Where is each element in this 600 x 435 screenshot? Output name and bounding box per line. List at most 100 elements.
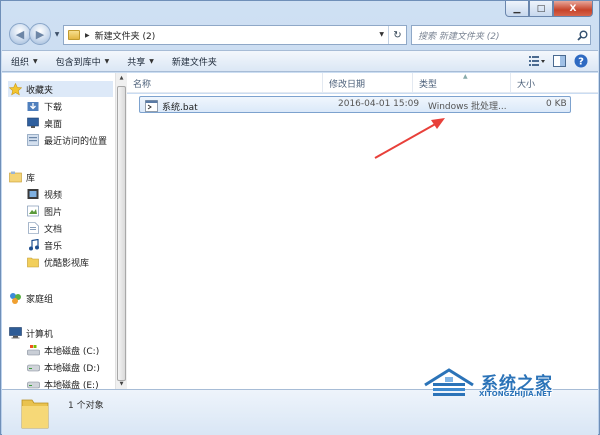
svg-text:?: ? [578, 57, 584, 68]
pictures-icon [26, 204, 40, 218]
view-controls: ? [526, 52, 592, 70]
music-icon [26, 238, 40, 252]
column-header-type[interactable]: 类型 [413, 73, 511, 93]
file-name-cell: 系统.bat [144, 99, 198, 113]
include-in-library-button[interactable]: 包含到库中 ▼ [47, 51, 119, 71]
nav-computer[interactable]: 计算机 [8, 325, 53, 341]
refresh-button[interactable]: ↻ [388, 26, 406, 44]
nav-videos[interactable]: 视频 [26, 186, 62, 202]
nav-favorites-label: 收藏夹 [26, 85, 54, 96]
nav-recent-places[interactable]: 最近访问的位置 [26, 132, 107, 148]
column-header-modified[interactable]: 修改日期 [323, 73, 413, 93]
scroll-down-icon[interactable]: ▼ [116, 381, 127, 387]
back-arrow-icon: ◀ [15, 27, 25, 41]
nav-pictures-label: 图片 [44, 207, 63, 218]
column-header-name[interactable]: 名称 [127, 73, 323, 93]
column-headers: 名称 修改日期 类型 大小 ▲ [127, 73, 598, 93]
navigation-pane: 收藏夹 下载 桌面 最近访问的位置 库 视频 图片 文档 音乐 优酷影视库 家庭… [2, 73, 126, 389]
maximize-button[interactable]: □ [529, 1, 553, 17]
address-bar[interactable]: ▶ 新建文件夹 (2) ▼ ↻ [63, 25, 407, 45]
site-watermark: 系统之家 XITONGZHIJIA.NET [417, 363, 597, 403]
search-input[interactable]: 搜索 新建文件夹 (2) [411, 25, 591, 45]
column-header-modified-label: 修改日期 [329, 79, 366, 90]
column-header-name-label: 名称 [133, 79, 152, 90]
house-logo-icon [424, 368, 474, 396]
scrollbar-thumb[interactable] [117, 86, 126, 381]
nav-recent-places-label: 最近访问的位置 [44, 136, 108, 147]
file-modified: 2016-04-01 15:09 [338, 99, 420, 109]
share-label: 共享 [127, 57, 146, 68]
new-folder-button[interactable]: 新建文件夹 [163, 51, 226, 71]
nav-downloads[interactable]: 下载 [26, 98, 62, 114]
nav-music[interactable]: 音乐 [26, 237, 62, 253]
chevron-down-icon: ▼ [149, 57, 154, 65]
scroll-up-icon[interactable]: ▲ [116, 75, 127, 81]
breadcrumb-current[interactable]: 新建文件夹 (2) [95, 29, 156, 42]
file-row[interactable]: 系统.bat 2016-04-01 15:09 Windows 批处理... 0… [139, 96, 571, 113]
star-icon [8, 82, 22, 96]
explorer-window: ▁ □ X ◀ ▶ ▼ ▶ 新建文件夹 (2) ▼ ↻ 搜索 新建文件夹 (2)… [0, 0, 600, 435]
organize-button[interactable]: 组织 ▼ [2, 51, 47, 71]
nav-documents[interactable]: 文档 [26, 220, 62, 236]
nav-homegroup-label: 家庭组 [26, 294, 54, 305]
breadcrumb-arrow-icon[interactable]: ▶ [85, 32, 90, 39]
file-size: 0 KB [546, 99, 567, 109]
nav-youku-library[interactable]: 优酷影视库 [26, 254, 89, 270]
search-icon[interactable] [574, 30, 590, 41]
preview-pane-icon [552, 55, 566, 67]
folder-icon [21, 399, 49, 429]
item-count: 1 个对象 [68, 401, 104, 411]
nav-music-label: 音乐 [44, 241, 63, 252]
chevron-down-icon: ▼ [104, 57, 110, 65]
folder-icon [26, 255, 40, 269]
search-placeholder: 搜索 新建文件夹 (2) [418, 31, 500, 42]
file-type: Windows 批处理... [428, 102, 507, 112]
change-view-button[interactable] [526, 52, 548, 70]
file-name: 系统.bat [162, 102, 198, 113]
close-button[interactable]: X [553, 1, 593, 17]
nav-pictures[interactable]: 图片 [26, 203, 62, 219]
history-buttons: ◀ ▶ ▼ [9, 23, 62, 45]
watermark-url: XITONGZHIJIA.NET [479, 390, 552, 398]
nav-drive-d-label: 本地磁盘 (D:) [44, 363, 100, 374]
help-button[interactable]: ? [570, 52, 592, 70]
preview-pane-button[interactable] [548, 52, 570, 70]
chevron-down-icon: ▼ [33, 57, 38, 65]
chevron-down-icon: ▼ [54, 30, 60, 38]
hard-drive-icon [26, 377, 40, 389]
forward-button[interactable]: ▶ [29, 23, 51, 45]
address-dropdown-icon[interactable]: ▼ [379, 31, 384, 38]
back-button[interactable]: ◀ [9, 23, 31, 45]
close-icon: X [569, 3, 577, 14]
nav-drive-e[interactable]: 本地磁盘 (E:) [26, 376, 99, 389]
recent-places-icon [26, 133, 40, 147]
nav-favorites[interactable]: 收藏夹 [8, 81, 113, 97]
nav-drive-d[interactable]: 本地磁盘 (D:) [26, 359, 100, 375]
forward-arrow-icon: ▶ [35, 27, 45, 41]
details-view-icon [529, 56, 545, 66]
download-folder-icon [26, 99, 40, 113]
organize-label: 组织 [11, 57, 30, 68]
batch-file-icon [144, 99, 158, 113]
recent-pages-dropdown[interactable]: ▼ [52, 23, 62, 45]
hard-drive-icon [26, 360, 40, 374]
documents-icon [26, 221, 40, 235]
nav-libraries-label: 库 [26, 173, 36, 184]
share-button[interactable]: 共享 ▼ [118, 51, 163, 71]
minimize-icon: ▁ [513, 3, 521, 14]
homegroup-icon [8, 291, 22, 305]
nav-desktop[interactable]: 桌面 [26, 115, 62, 131]
video-icon [26, 187, 40, 201]
navigation-scrollbar[interactable]: ▲ ▼ [115, 73, 127, 389]
include-in-library-label: 包含到库中 [55, 57, 101, 68]
column-header-size[interactable]: 大小 [511, 73, 571, 93]
desktop-icon [26, 116, 40, 130]
nav-videos-label: 视频 [44, 190, 63, 201]
nav-drive-e-label: 本地磁盘 (E:) [44, 380, 99, 390]
sort-indicator-icon: ▲ [463, 73, 468, 80]
nav-homegroup[interactable]: 家庭组 [8, 290, 53, 306]
nav-computer-label: 计算机 [26, 329, 54, 340]
nav-drive-c[interactable]: 本地磁盘 (C:) [26, 342, 99, 358]
minimize-button[interactable]: ▁ [505, 1, 529, 17]
nav-libraries[interactable]: 库 [8, 169, 35, 185]
